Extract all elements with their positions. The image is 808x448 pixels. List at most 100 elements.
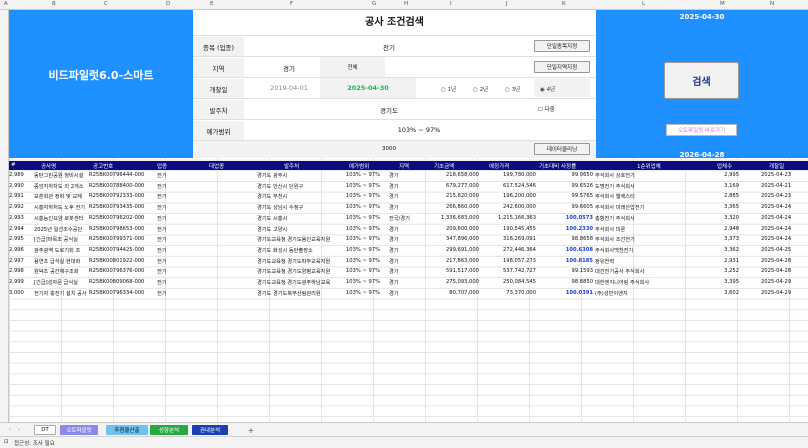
column-letter[interactable]: C <box>104 1 108 7</box>
end-date: 2026-04-28 <box>679 151 725 159</box>
row-rate: 100.2330 <box>565 225 593 232</box>
row-header-bar <box>0 10 9 422</box>
table-row[interactable]: 2,998 원덕초 공간재구조화 R25BK00796376-000 전기 경기도교육청… <box>9 266 808 277</box>
end-date-field[interactable]: 2025-04-30 <box>320 84 416 92</box>
row-title: [긴급]마목조 공식실 <box>34 237 78 244</box>
table-row[interactable]: 3,000 전기차 충전기 설치 공사 R25BK00796334-000 전기 경기도… <box>9 288 808 299</box>
column-letter[interactable]: K <box>562 1 566 7</box>
row-bidder: 주식회사 미래산업전기 <box>595 205 645 212</box>
table-row[interactable]: 2,997 용연초 급식실 현대화 R25BK00801922-000 전기 경기도교육… <box>9 256 808 267</box>
column-letter[interactable]: L <box>642 1 645 7</box>
status-text[interactable]: 접근성: 조사 필요 <box>14 439 55 447</box>
table-row[interactable]: 2,994 2025년 일선조수공단 R25BK00798653-000 전기 경기도 … <box>9 224 808 235</box>
table-row[interactable]: 2,999 [긴급]성자문 급식실 R25BK00809068-000 전기 경기도교육… <box>9 277 808 288</box>
row-region: 경기 <box>389 280 399 286</box>
client-label: 발주처 <box>193 100 244 119</box>
row-title: 보훈회관 정비 및 교체 <box>34 194 82 201</box>
tab-lottery[interactable]: 추첨율산출 <box>106 425 148 435</box>
row-date: 2025-04-24 <box>761 204 792 211</box>
col-index: # <box>11 162 16 168</box>
row-bidder: 주식회사백천전기 <box>595 247 634 254</box>
column-letter[interactable]: N <box>770 1 774 7</box>
table-row[interactable]: 2,989 동탄그린공원 청비시설 R25BK00796444-000 전기 경기도 광… <box>9 170 808 181</box>
row-base: 217,863,000 <box>445 257 479 264</box>
tab-tendency[interactable]: 성향분석 <box>150 425 188 435</box>
add-sheet-icon[interactable]: + <box>246 425 256 435</box>
search-button[interactable]: 검색 <box>664 62 739 99</box>
data-cleaning-button[interactable]: 데이터클리닝 <box>534 143 590 155</box>
autopilot-link-button[interactable]: 오토파일럿 바로가기 <box>666 124 737 136</box>
row-base: 1,336,683,000 <box>441 214 479 221</box>
region-all-button[interactable]: 전체 <box>320 63 385 71</box>
client-value[interactable]: 경기도 <box>244 105 534 115</box>
row-region: 경기 <box>389 247 399 254</box>
column-letter[interactable]: D <box>166 1 170 7</box>
row-count: 2,931 <box>724 257 739 264</box>
column-letter[interactable]: F <box>290 1 293 7</box>
tab-scroll-right-icon[interactable]: › <box>15 425 23 435</box>
table-row[interactable]: 2,992 시흥자하처도 노후 전기 R25BK00793435-000 전기 경기도 … <box>9 202 808 213</box>
app-title: 비드파일럿6.0-스마트 <box>48 69 154 82</box>
table-row[interactable]: 2,996 광주광역 도로기회 조 R25BK00794425-000 전기 경기도 화… <box>9 245 808 256</box>
row-date: 2025-04-28 <box>761 257 792 264</box>
row-title: 시흥자하처도 노후 전기 <box>34 205 86 212</box>
tab-inner[interactable]: 권내분석 <box>192 425 228 435</box>
row-rate: 98.8658 <box>571 236 593 243</box>
category-label: 종목 (업종) <box>193 37 244 56</box>
row-title: [긴급]성자문 급식실 <box>34 280 78 286</box>
row-client: 경기도 시흥시 <box>257 215 288 222</box>
row-industry: 전기 <box>157 205 167 212</box>
row-notice: R25BK00794425-000 <box>89 246 145 253</box>
column-letter[interactable]: J <box>506 1 508 7</box>
row-bidder: 주식회사 상호전기 <box>595 173 635 179</box>
row-base: 299,691,000 <box>445 246 479 253</box>
row-client: 경기도 광주시 <box>257 173 288 179</box>
row-industry: 전기 <box>157 290 167 297</box>
row-count: 3,602 <box>724 289 739 296</box>
region-value[interactable]: 경기 <box>258 63 320 73</box>
radio-2year[interactable]: ○ 2년 <box>473 85 488 93</box>
tab-autopilot[interactable]: 오토파일럿 <box>60 425 98 435</box>
table-row[interactable]: 2,995 [긴급]마목조 공식실 R25BK00799371-000 전기 경기도교육… <box>9 234 808 245</box>
row-industry: 전기 <box>157 183 167 190</box>
table-row[interactable]: 2,993 시흥능인요양 로봇센터 R25BK00796202-000 전기 경기도 시… <box>9 213 808 224</box>
tab-scroll-left-icon[interactable]: ‹ <box>6 425 14 435</box>
radio-4year[interactable]: ◉ 4년 <box>540 85 555 93</box>
row-region: 경기 <box>389 290 399 297</box>
single-category-button[interactable]: 단일종목지정 <box>534 40 590 52</box>
column-letter[interactable]: H <box>404 1 408 7</box>
column-letter[interactable]: A <box>4 1 8 7</box>
row-bidder: 대건전기공사 주식회사 <box>595 269 645 276</box>
row-notice: R25BK00801922-000 <box>89 257 145 264</box>
range-value[interactable]: 103% ~ 97% <box>244 126 594 134</box>
start-date-field[interactable]: 2019-04-01 <box>258 84 320 92</box>
row-estimate: 73,370,000 <box>506 289 536 296</box>
column-letter[interactable]: B <box>52 1 56 7</box>
row-base: 266,860,000 <box>445 204 479 211</box>
row-region: 경기 <box>389 183 399 190</box>
column-letter[interactable]: E <box>210 1 213 7</box>
tab-dt[interactable]: DT <box>34 425 56 435</box>
row-base: 591,517,000 <box>445 268 479 275</box>
radio-1year[interactable]: ○ 1년 <box>441 85 456 93</box>
row-estimate: 1,215,166,363 <box>498 214 536 221</box>
row-notice: R25BK00796376-000 <box>89 268 145 275</box>
column-letter[interactable]: G <box>372 1 376 7</box>
table-row[interactable]: 2,991 보훈회관 정비 및 교체 R25BK00792333-000 전기 경기도 … <box>9 191 808 202</box>
row-title: 용연초 급식실 현대화 <box>34 258 81 265</box>
radio-3year[interactable]: ○ 3년 <box>505 85 520 93</box>
row-date: 2025-04-23 <box>761 193 792 200</box>
row-notice: R25BK00793435-000 <box>89 204 145 211</box>
sheet-tab-bar: ‹ › DT 오토파일럿 추첨율산출 성향분석 권내분석 + <box>0 422 808 436</box>
column-letter[interactable]: I <box>450 1 452 7</box>
row-estimate: 198,057,273 <box>502 257 536 264</box>
multi-checkbox[interactable]: ☐ 다중 <box>538 105 555 113</box>
row-count: 2,995 <box>724 172 739 178</box>
category-value[interactable]: 전기 <box>244 42 534 52</box>
row-client: 경기도 경기도북부산림관리원 <box>257 290 321 297</box>
col-client: 발주처 <box>284 164 300 170</box>
table-row[interactable]: 2,990 중앙지하차도 외 2개소 R25BK00788400-000 전기 경기도 … <box>9 181 808 192</box>
single-region-button[interactable]: 단일지역지정 <box>534 61 590 73</box>
column-letter[interactable]: M <box>720 1 725 7</box>
row-title: 2025년 일선조수공단 <box>34 226 83 233</box>
